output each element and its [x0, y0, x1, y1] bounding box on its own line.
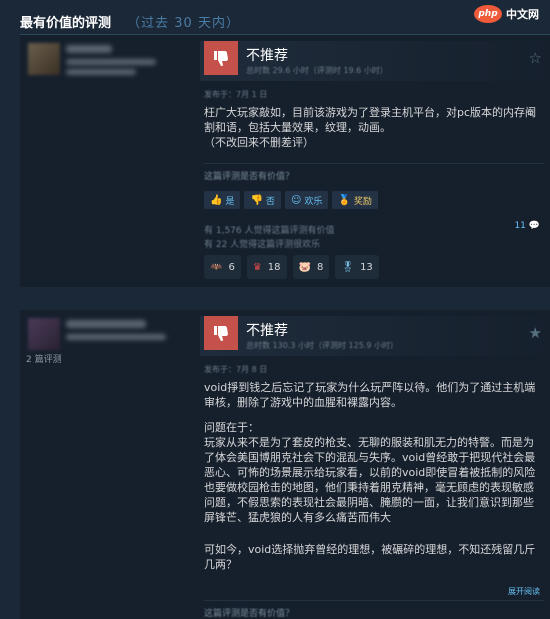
helpful-question: 这篇评测是否有价值？	[204, 172, 295, 182]
medal-award-icon: 🎖	[341, 261, 355, 273]
posted-date: 发布于：7月 1 日	[204, 90, 268, 99]
vote-no-button[interactable]: 👎 否	[244, 191, 281, 209]
award-star-icon[interactable]: ★	[529, 324, 542, 342]
playtime: 总时数 29.6 小时（评测时 19.6 小时）	[246, 66, 388, 75]
avatar[interactable]	[28, 43, 60, 75]
review-body: 枉广大玩家敲如，目前该游戏为了登录主机平台，对pc版本的内存阉割和语，包括大量效…	[204, 106, 537, 149]
thumb-up-icon: 👍	[210, 194, 223, 206]
vote-funny-button[interactable]: ☺ 欢乐	[284, 191, 329, 209]
author-stats-redacted	[66, 334, 166, 340]
review-verdict-bar[interactable]: 不推荐 总时数 29.6 小时（评测时 19.6 小时） ☆	[200, 41, 550, 81]
time-range-label[interactable]: （过去 30 天内）	[127, 16, 240, 31]
vote-yes-button[interactable]: 👍 是	[204, 191, 241, 209]
award-star-icon[interactable]: ☆	[529, 49, 542, 67]
section-title: 最有价值的评测	[20, 16, 112, 31]
review-count: 2 篇评测	[26, 355, 62, 365]
review-verdict: 不推荐	[246, 323, 288, 339]
awards-row: 🦇 6 ♛ 18 🐷 8 🎖 13	[204, 255, 379, 279]
author-stats-redacted	[66, 69, 136, 75]
divider	[204, 600, 544, 601]
playtime: 总时数 130.3 小时（评测时 125.9 小时）	[246, 341, 398, 350]
avatar[interactable]	[28, 318, 60, 350]
review-body-paragraph: void掙到钱之后忘记了玩家为什么玩严阵以待。他们为了通过主机端审核，删除了游戏…	[204, 381, 536, 409]
award-badge[interactable]: 🦇 6	[204, 255, 241, 279]
author-name-redacted	[66, 320, 146, 328]
helpful-count: 有 1,576 人觉得这篇评测有价值	[204, 226, 335, 236]
review-content: 不推荐 总时数 29.6 小时（评测时 19.6 小时） ☆ 发布于：7月 1 …	[200, 35, 550, 287]
section-header: 最有价值的评测 （过去 30 天内）	[0, 0, 550, 36]
bat-award-icon: 🦇	[210, 261, 223, 273]
logo-text: 中文网	[506, 8, 539, 21]
review-body-paragraph: 问题在于： 玩家从来不是为了套皮的枪支、无聊的服装和肌无力的特警。而是为了体会美…	[204, 421, 536, 524]
helpful-question: 这篇评测是否有价值？	[204, 609, 295, 619]
review-verdict: 不推荐	[246, 48, 288, 64]
divider	[204, 163, 544, 164]
award-icon: 🏅	[338, 194, 351, 206]
pig-award-icon: 🐷	[298, 261, 311, 273]
review-verdict-bar[interactable]: 不推荐 总时数 130.3 小时（评测时 125.9 小时） ★	[200, 316, 550, 356]
thumb-down-icon	[204, 316, 238, 350]
author-name-redacted	[66, 45, 112, 53]
funny-count: 有 22 人觉得这篇评测很欢乐	[204, 240, 321, 250]
expand-review-link[interactable]: 展开阅读	[508, 586, 540, 597]
comment-count-button[interactable]: 11 💬	[514, 221, 540, 231]
award-badge[interactable]: 🎖 13	[335, 255, 379, 279]
review-card: 2 篇评测 不推荐 总时数 130.3 小时（评测时 125.9 小时） ★ 发…	[20, 310, 550, 619]
vote-buttons: 👍 是 👎 否 ☺ 欢乐 🏅 奖励	[204, 191, 378, 209]
award-badge[interactable]: ♛ 18	[246, 255, 287, 279]
review-author[interactable]: 2 篇评测	[20, 310, 200, 370]
thumb-down-icon	[204, 41, 238, 75]
review-card: 不推荐 总时数 29.6 小时（评测时 19.6 小时） ☆ 发布于：7月 1 …	[20, 35, 550, 287]
award-button[interactable]: 🏅 奖励	[332, 191, 378, 209]
review-content: 不推荐 总时数 130.3 小时（评测时 125.9 小时） ★ 发布于：7月 …	[200, 310, 550, 619]
php-logo-icon: php	[474, 5, 502, 23]
review-body-paragraph: 可如今，void选择抛弃曾经的理想，被碾碎的理想，不知还残留几斤几两？	[204, 543, 536, 571]
posted-date: 发布于：7月 8 日	[204, 365, 268, 374]
thumb-down-icon: 👎	[250, 194, 263, 206]
author-stats-redacted	[66, 59, 156, 65]
review-author[interactable]	[20, 35, 200, 95]
award-badge[interactable]: 🐷 8	[292, 255, 330, 279]
crown-award-icon: ♛	[252, 261, 262, 273]
smile-icon: ☺	[290, 194, 302, 206]
watermark-logo: php 中文网	[474, 4, 544, 24]
comment-icon: 💬	[528, 221, 540, 231]
